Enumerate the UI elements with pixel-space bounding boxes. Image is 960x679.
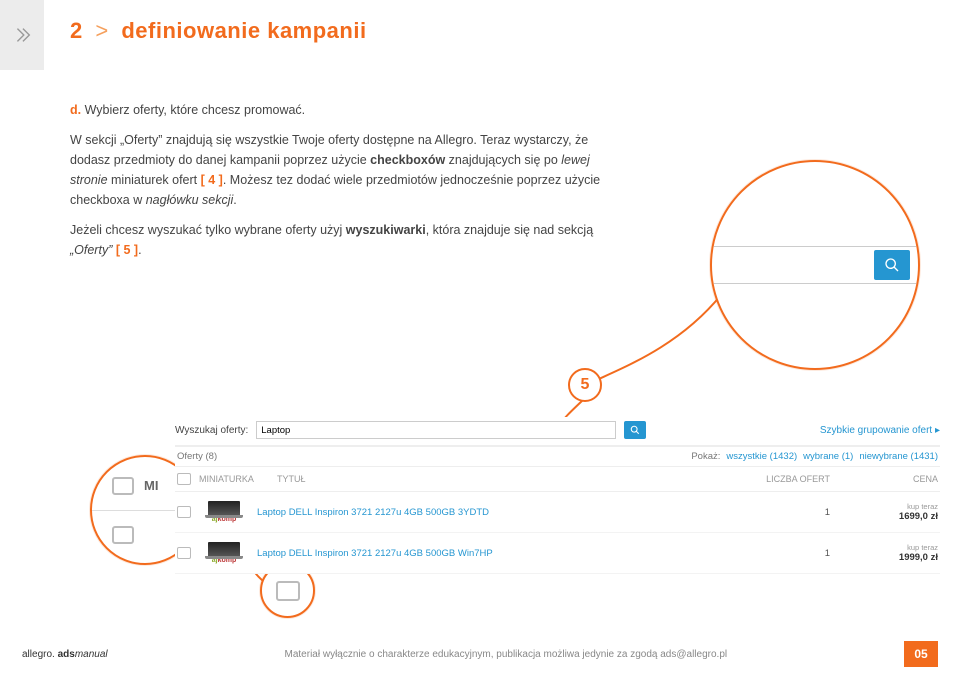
- row-checkbox[interactable]: [177, 547, 191, 559]
- page-number: 05: [904, 641, 938, 667]
- search-label: Wyszukaj oferty:: [175, 425, 248, 436]
- offer-count: 1: [760, 507, 830, 518]
- header-checkbox-zoom[interactable]: [112, 477, 134, 495]
- chapter-sep: >: [95, 18, 108, 43]
- col-title: TYTUŁ: [277, 474, 752, 484]
- badge-5: 5: [568, 368, 602, 402]
- row-checkbox-zoom[interactable]: [112, 526, 134, 544]
- offers-count: Oferty (8): [177, 451, 217, 462]
- step-d-label: d.: [70, 103, 81, 117]
- offer-count: 1: [760, 548, 830, 559]
- zoom-search-inner: [712, 246, 918, 284]
- laptop-icon: [208, 501, 240, 515]
- search-button[interactable]: [624, 421, 646, 439]
- filter-unselected[interactable]: niewybrane (1431): [859, 451, 938, 462]
- chapter-number: 2: [70, 18, 83, 43]
- table-row: ajkomp Laptop DELL Inspiron 3721 2127u 4…: [175, 492, 940, 533]
- row-checkbox-2-zoom[interactable]: [276, 581, 300, 601]
- offer-price: kup teraz 1999,0 zł: [838, 543, 938, 563]
- offer-title[interactable]: Laptop DELL Inspiron 3721 2127u 4GB 500G…: [257, 507, 752, 518]
- chapter-title: definiowanie kampanii: [121, 18, 366, 43]
- offer-title[interactable]: Laptop DELL Inspiron 3721 2127u 4GB 500G…: [257, 548, 752, 559]
- side-tab: [0, 0, 44, 70]
- table-row: ajkomp Laptop DELL Inspiron 3721 2127u 4…: [175, 533, 940, 574]
- footer-brand: allegro. adsmanual: [22, 649, 108, 660]
- search-input[interactable]: [256, 421, 616, 439]
- table-header: MINIATURKA TYTUŁ LICZBA OFERT CENA: [175, 467, 940, 492]
- search-button-zoom[interactable]: [874, 250, 910, 280]
- step-d: d. Wybierz oferty, które chcesz promować…: [70, 100, 620, 120]
- thumbnail: ajkomp: [199, 498, 249, 526]
- laptop-icon: [208, 542, 240, 556]
- page-title: 2 > definiowanie kampanii: [70, 18, 367, 44]
- filter-all[interactable]: wszystkie (1432): [726, 451, 797, 462]
- zoom-mi-label: MI: [144, 478, 158, 493]
- footer: allegro. adsmanual Materiał wyłącznie o …: [22, 641, 938, 667]
- select-all-checkbox[interactable]: [177, 473, 191, 485]
- col-price: CENA: [838, 474, 938, 484]
- count-row: Oferty (8) Pokaż: wszystkie (1432) wybra…: [175, 447, 940, 467]
- col-count: LICZBA OFERT: [760, 474, 830, 484]
- paragraph-2: Jeżeli chcesz wyszukać tylko wybrane ofe…: [70, 220, 620, 260]
- body-text: d. Wybierz oferty, które chcesz promować…: [70, 100, 620, 270]
- ref-4: [ 4 ]: [201, 173, 223, 187]
- chevrons-right-icon: [11, 24, 33, 46]
- show-label: Pokaż:: [691, 451, 720, 462]
- zoom-search: [710, 160, 920, 370]
- filter-group: Pokaż: wszystkie (1432) wybrane (1) niew…: [691, 451, 938, 462]
- search-icon: [630, 425, 640, 435]
- step-d-text: Wybierz oferty, które chcesz promować.: [85, 103, 306, 117]
- offer-price: kup teraz 1699,0 zł: [838, 502, 938, 522]
- footer-disclaimer: Materiał wyłącznie o charakterze edukacy…: [108, 649, 904, 660]
- search-icon: [884, 257, 900, 273]
- ref-5: [ 5 ]: [116, 243, 138, 257]
- thumbnail: ajkomp: [199, 539, 249, 567]
- filter-selected[interactable]: wybrane (1): [803, 451, 853, 462]
- search-row: Wyszukaj oferty: Szybkie grupowanie ofer…: [175, 417, 940, 447]
- screenshot: Wyszukaj oferty: Szybkie grupowanie ofer…: [175, 417, 940, 574]
- row-checkbox[interactable]: [177, 506, 191, 518]
- col-miniature: MINIATURKA: [199, 474, 269, 484]
- fast-group-link[interactable]: Szybkie grupowanie ofert: [820, 425, 940, 436]
- paragraph-1: W sekcji „Oferty” znajdują się wszystkie…: [70, 130, 620, 210]
